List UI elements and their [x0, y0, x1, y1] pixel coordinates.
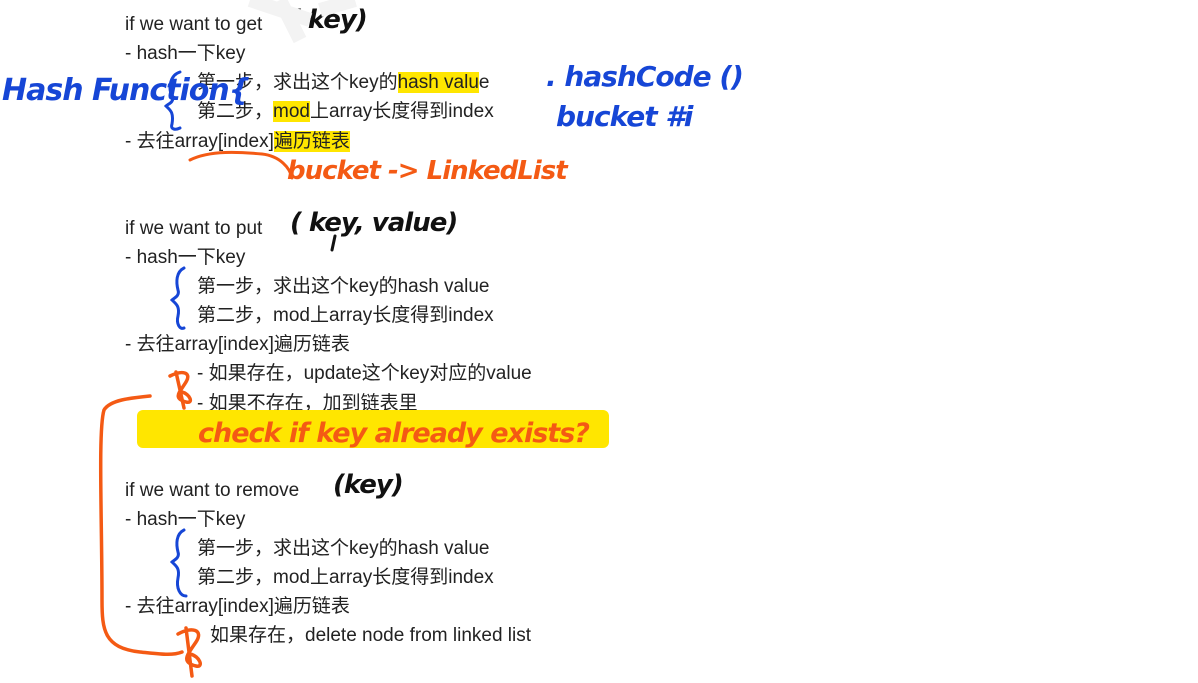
get-step2-text: 上array长度得到index	[309, 101, 494, 122]
remove-heading-text: if we want to remove	[125, 480, 300, 501]
put-blue-brace	[169, 266, 186, 330]
get-heading: if we want to get	[125, 13, 262, 37]
put-step3: - 去往array[index]遍历链表	[125, 334, 350, 355]
put-orange-scribble	[168, 370, 193, 410]
remove-orange-scribble	[176, 626, 202, 678]
note-hash-function: Hash Function{	[2, 73, 250, 108]
put-tick-mark	[330, 234, 337, 252]
put-step2: 第二步，mod上array长度得到index	[197, 305, 494, 326]
put-sub1: - 如果存在，update这个key对应的value	[197, 363, 532, 384]
get-step-hash: - hash一下key	[125, 43, 246, 64]
put-step1: 第一步，求出这个key的hash value	[197, 276, 490, 297]
get-heading-text: if we want to get	[125, 14, 263, 35]
remove-step-hash: - hash一下key	[125, 509, 246, 530]
note-hashcode: . hashCode ()	[546, 60, 744, 93]
get-step3: - 去往array[index]遍历链表	[125, 130, 350, 154]
remove-step3: - 去往array[index]遍历链表	[125, 596, 350, 617]
remove-step2: 第二步，mod上array长度得到index	[197, 567, 494, 588]
note-bucket-i: bucket #i	[556, 100, 693, 133]
get-orange-curve	[188, 150, 294, 180]
put-handwritten-arg: ( key, value)	[290, 208, 458, 238]
put-step-hash: - hash一下key	[125, 247, 246, 268]
get-step3-highlight: 遍历链表	[273, 131, 350, 152]
get-step1-suffix: e	[478, 72, 490, 93]
get-step2-highlight: mod	[273, 101, 310, 122]
put-heading-text: if we want to put	[125, 218, 263, 239]
remove-step1: 第一步，求出这个key的hash value	[197, 538, 490, 559]
get-step1-highlight: hash valu	[397, 72, 479, 93]
note-bucket-linkedlist: bucket -> LinkedList	[287, 156, 568, 186]
remove-handwritten-arg: (key)	[333, 470, 404, 500]
notes-canvas: if we want to get ( key) - hash一下key 第一步…	[0, 0, 1198, 683]
remove-blue-brace	[169, 528, 188, 598]
remove-heading: if we want to remove	[125, 479, 299, 503]
put-heading: if we want to put	[125, 217, 262, 241]
get-step3-prefix: - 去往array[index]	[125, 131, 274, 152]
note-check-exists: check if key already exists?	[198, 418, 590, 449]
remove-sub1: 如果存在，delete node from linked list	[210, 625, 532, 646]
get-handwritten-arg: ( key)	[289, 5, 368, 35]
